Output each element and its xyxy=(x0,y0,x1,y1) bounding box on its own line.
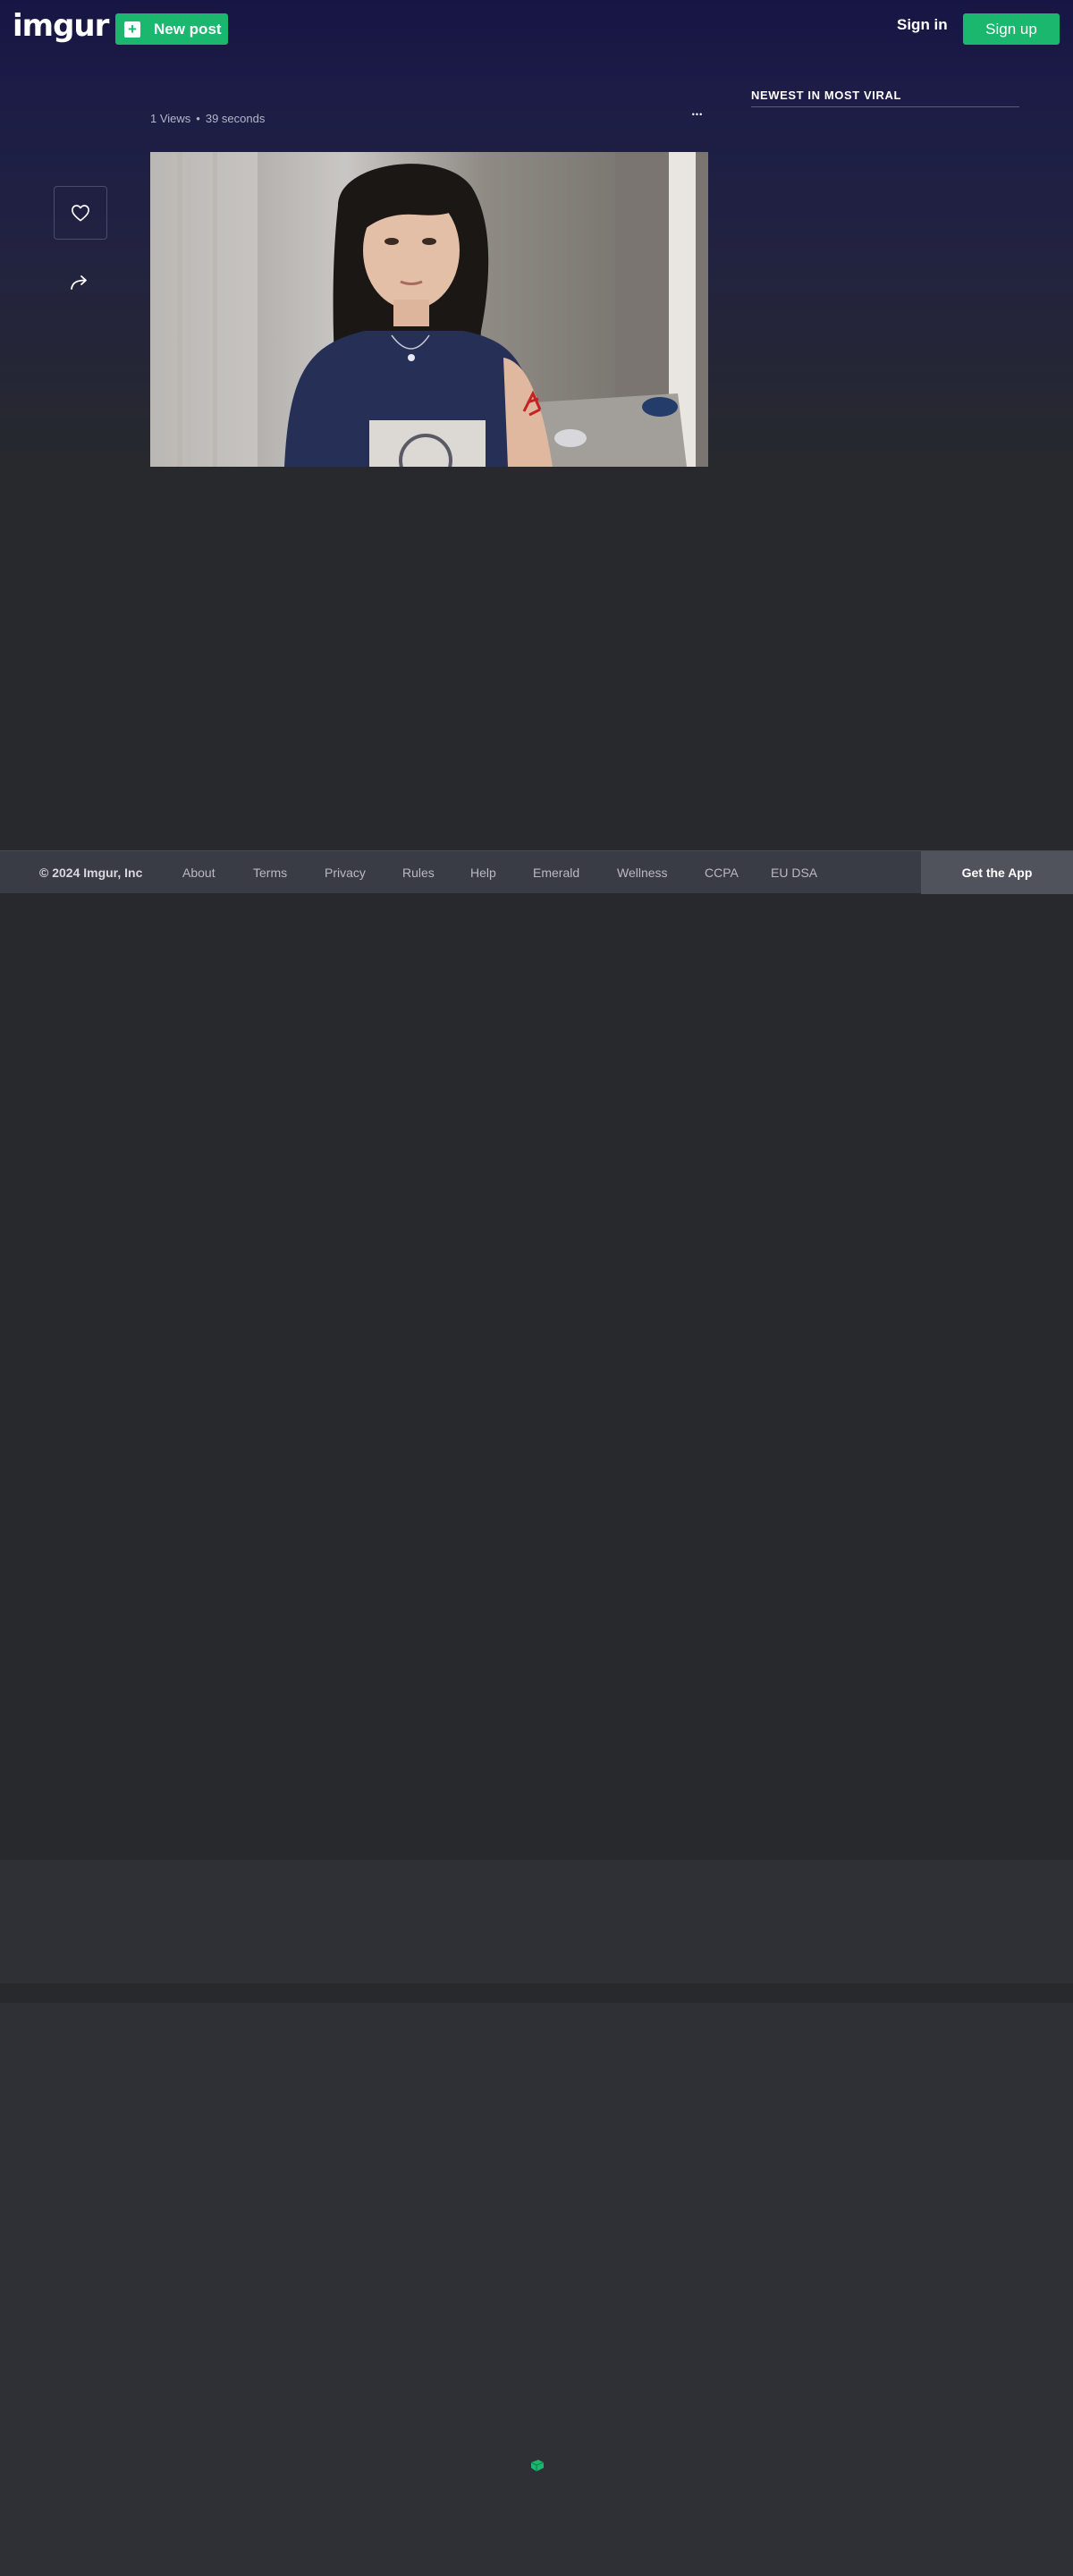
footer-link-rules[interactable]: Rules xyxy=(402,866,435,880)
new-post-label: New post xyxy=(154,20,222,38)
share-arrow-icon xyxy=(71,275,87,290)
post-meta: 1 Views • 39 seconds xyxy=(150,112,265,125)
sign-up-button[interactable]: Sign up xyxy=(963,13,1060,45)
footer-copyright: © 2024 Imgur, Inc xyxy=(39,865,143,880)
content-band xyxy=(0,1860,1073,1983)
sidebar-divider xyxy=(751,106,1019,107)
view-count: 1 Views xyxy=(150,112,191,125)
footer-link-wellness[interactable]: Wellness xyxy=(617,866,668,880)
more-dots-icon: ••• xyxy=(691,110,704,119)
logo-text: imgur xyxy=(13,8,109,44)
share-button[interactable] xyxy=(70,274,91,291)
get-the-app-button[interactable]: Get the App xyxy=(921,851,1073,894)
lower-content-area xyxy=(0,2003,1073,2576)
footer-link-eu-dsa[interactable]: EU DSA xyxy=(771,866,817,880)
footer-link-ccpa[interactable]: CCPA xyxy=(705,866,739,880)
post-image[interactable] xyxy=(150,152,708,467)
sidebar-title: NEWEST IN MOST VIRAL xyxy=(751,89,901,102)
plus-icon: + xyxy=(124,21,140,38)
more-options-button[interactable]: ••• xyxy=(689,106,706,123)
top-header: imgur + New post Sign in Sign up xyxy=(0,0,1073,57)
sign-up-label: Sign up xyxy=(985,20,1037,38)
post-age: 39 seconds xyxy=(205,112,266,125)
post-image-illustration xyxy=(150,152,708,467)
new-post-button[interactable]: + New post xyxy=(115,13,228,45)
footer-link-about[interactable]: About xyxy=(182,866,215,880)
meta-separator: • xyxy=(196,112,200,125)
get-the-app-label: Get the App xyxy=(961,866,1033,880)
footer-link-emerald[interactable]: Emerald xyxy=(533,866,579,880)
imgur-logo[interactable]: imgur xyxy=(13,8,109,44)
footer-bar: © 2024 Imgur, Inc About Terms Privacy Ru… xyxy=(0,850,1073,894)
like-button[interactable] xyxy=(54,186,107,240)
footer-link-privacy[interactable]: Privacy xyxy=(325,866,366,880)
sign-in-link[interactable]: Sign in xyxy=(897,16,948,34)
imgur-loader-icon xyxy=(529,2459,545,2473)
footer-link-help[interactable]: Help xyxy=(470,866,496,880)
footer-link-terms[interactable]: Terms xyxy=(253,866,287,880)
heart-icon xyxy=(72,205,89,222)
